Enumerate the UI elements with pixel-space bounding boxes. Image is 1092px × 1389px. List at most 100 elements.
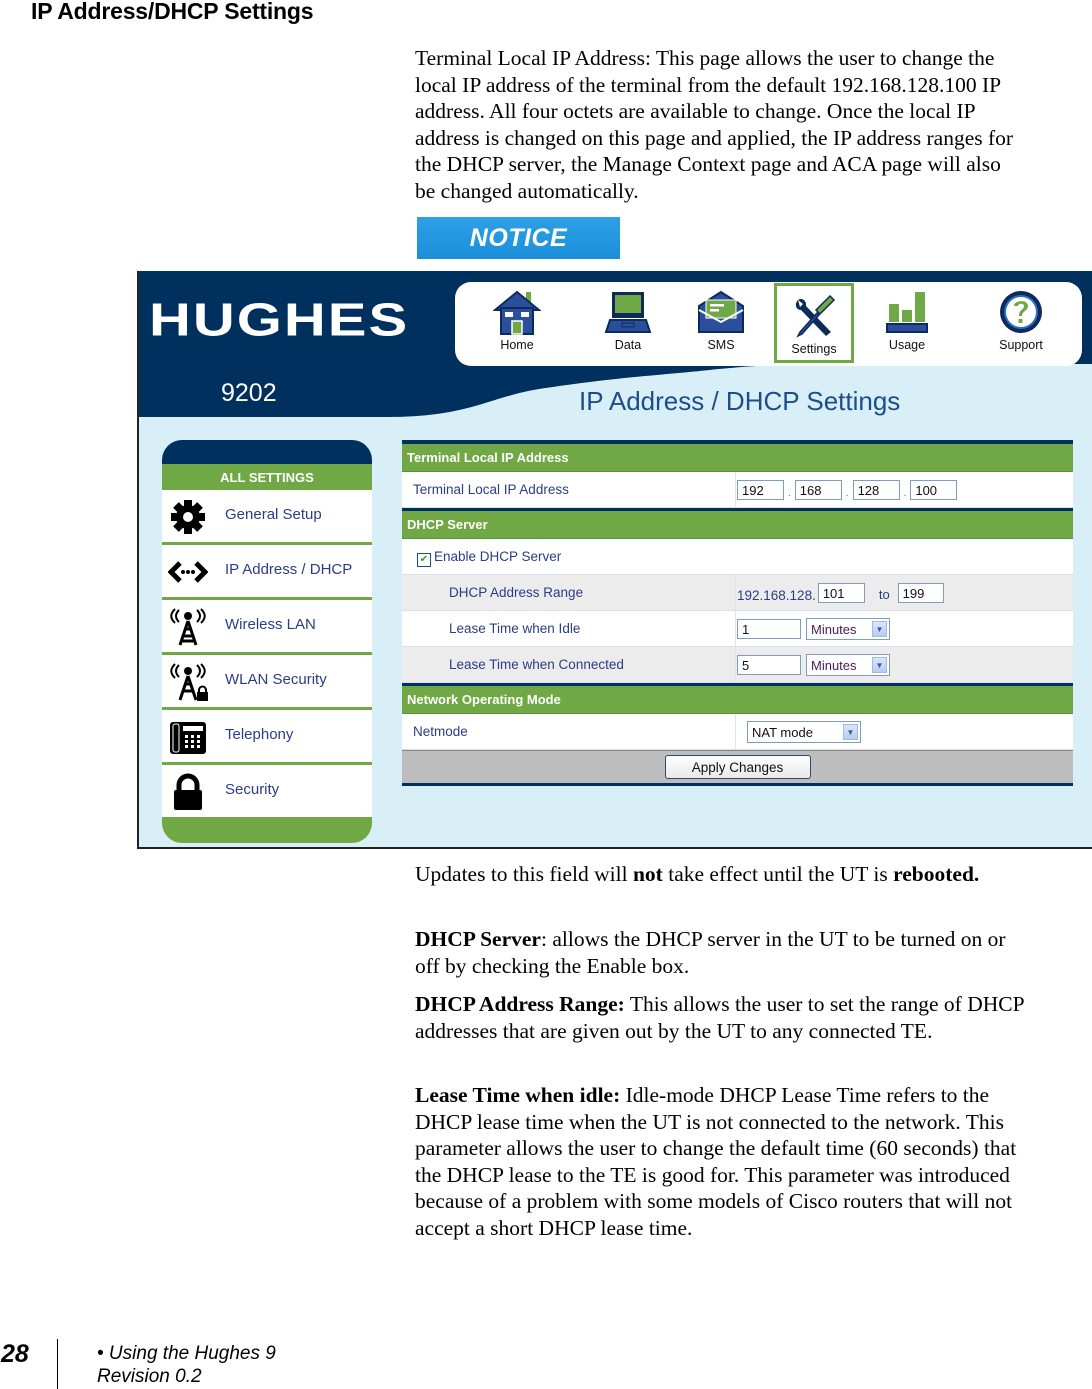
netmode-value: NAT mode xyxy=(752,724,813,740)
wireless-lock-icon xyxy=(170,663,208,701)
nav-settings[interactable]: Settings xyxy=(774,283,854,363)
sidebar-label: Wireless LAN xyxy=(225,616,316,633)
page-number: 28 xyxy=(1,1340,29,1368)
lease-idle-paragraph: Lease Time when idle: Idle-mode DHCP Lea… xyxy=(415,1082,1025,1241)
chevron-down-icon: ▼ xyxy=(872,621,887,637)
column-divider xyxy=(735,575,736,610)
nav-data[interactable]: Data xyxy=(588,282,668,366)
column-divider xyxy=(735,611,736,646)
octet-separator: . xyxy=(845,488,849,499)
range-prefix: 192.168.128. xyxy=(737,587,816,603)
gear-icon xyxy=(171,500,205,534)
netmode-row: Netmode NAT mode ▼ xyxy=(402,714,1073,750)
sidebar-label: WLAN Security xyxy=(225,671,327,688)
sidebar-top-cap xyxy=(162,440,372,464)
phone-icon xyxy=(170,722,206,754)
notice-badge: NOTICE xyxy=(417,217,620,259)
page-heading: IP Address / DHCP Settings xyxy=(579,386,901,416)
nav-support-label: Support xyxy=(999,338,1043,352)
lease-connected-label: Lease Time when Connected xyxy=(449,657,624,672)
reboot-note-text: Updates to this field will xyxy=(415,862,633,886)
laptop-icon xyxy=(604,292,652,333)
nav-data-label: Data xyxy=(614,338,642,352)
chevron-down-icon: ▼ xyxy=(843,724,858,740)
terminal-ip-row: Terminal Local IP Address 192 . 168 . 12… xyxy=(402,472,1073,508)
lease-idle-input[interactable]: 1 xyxy=(737,619,801,639)
lease-idle-unit-value: Minutes xyxy=(811,621,857,637)
octet-1-input[interactable]: 192 xyxy=(737,480,784,500)
footer-text: • Using the Hughes 9 Revision 0.2 xyxy=(97,1342,276,1388)
terminal-ip-label: Terminal Local IP Address xyxy=(413,482,569,497)
octet-2-input[interactable]: 168 xyxy=(794,480,842,500)
dhcp-range-label: DHCP Address Range xyxy=(449,585,584,600)
netmode-values: NAT mode ▼ xyxy=(747,719,861,745)
range-start-input[interactable]: 101 xyxy=(817,583,865,603)
octet-4-input[interactable]: 100 xyxy=(910,480,958,500)
sidebar-label: Telephony xyxy=(225,726,294,743)
envelope-icon xyxy=(698,290,744,333)
nav-usage[interactable]: Usage xyxy=(867,282,947,366)
dhcp-range-paragraph: DHCP Address Range: This allows the user… xyxy=(415,991,1025,1044)
enable-dhcp-control[interactable]: ✔ Enable DHCP Server xyxy=(417,549,561,567)
enable-dhcp-label: Enable DHCP Server xyxy=(434,549,562,564)
lease-idle-unit-select[interactable]: Minutes ▼ xyxy=(806,618,890,640)
nav-home-label: Home xyxy=(500,338,534,352)
tools-icon xyxy=(795,294,836,338)
apply-bar: Apply Changes xyxy=(402,750,1073,783)
bar-chart-icon xyxy=(886,292,928,333)
lease-connected-unit-value: Minutes xyxy=(811,657,857,673)
lease-connected-row: Lease Time when Connected 5 Minutes ▼ xyxy=(402,647,1073,683)
octet-separator: . xyxy=(903,488,907,499)
sidebar-item-security[interactable]: Security xyxy=(162,765,372,820)
nav-usage-label: Usage xyxy=(888,338,926,352)
nav-settings-label: Settings xyxy=(791,342,837,356)
sidebar-label: IP Address / DHCP xyxy=(225,561,353,578)
ip-octets: 192 . 168 . 128 . 100 xyxy=(737,477,958,503)
column-divider xyxy=(735,714,736,749)
column-divider xyxy=(735,647,736,682)
nav-support[interactable]: Support xyxy=(981,282,1061,366)
nav-sms-label: SMS xyxy=(707,338,735,352)
wireless-tower-icon xyxy=(170,608,206,646)
range-to-label: to xyxy=(878,587,890,602)
reboot-note-paragraph: Updates to this field will not take effe… xyxy=(415,861,1025,888)
dhcp-server-paragraph: DHCP Server: allows the DHCP server in t… xyxy=(415,926,1025,979)
top-nav: Home Data SMS Settings Usage Support xyxy=(455,282,1082,366)
dhcp-section-header: DHCP Server xyxy=(402,511,1073,539)
reboot-note-emphasis: not xyxy=(632,862,663,886)
sidebar-item-general-setup[interactable]: General Setup xyxy=(162,490,372,545)
column-divider xyxy=(735,472,736,507)
sidebar-label: Security xyxy=(225,781,280,798)
intro-paragraph: Terminal Local IP Address: This page all… xyxy=(415,46,1014,203)
lease-connected-unit-select[interactable]: Minutes ▼ xyxy=(806,654,890,676)
enable-dhcp-row: ✔ Enable DHCP Server xyxy=(402,539,1073,575)
lease-connected-values: 5 Minutes ▼ xyxy=(737,652,890,678)
help-icon xyxy=(1000,291,1042,333)
netmode-select[interactable]: NAT mode ▼ xyxy=(747,721,861,743)
footer-chapter: • Using the Hughes 9 xyxy=(97,1343,276,1364)
model-number: 9202 xyxy=(221,379,277,407)
sidebar-item-wireless-lan[interactable]: Wireless LAN xyxy=(162,600,372,655)
lease-idle-label: Lease Time when Idle xyxy=(449,621,581,636)
network-section-header: Network Operating Mode xyxy=(402,686,1073,714)
range-end-input[interactable]: 199 xyxy=(897,583,944,603)
nav-sms[interactable]: SMS xyxy=(681,282,761,366)
octet-3-input[interactable]: 128 xyxy=(852,480,900,500)
dhcp-range-values: 192.168.128. 101 to 199 xyxy=(737,580,944,606)
lease-idle-row: Lease Time when Idle 1 Minutes ▼ xyxy=(402,611,1073,647)
sidebar-item-wlan-security[interactable]: WLAN Security xyxy=(162,655,372,710)
sidebar-bottom-cap xyxy=(162,820,372,843)
footer-divider xyxy=(57,1339,58,1389)
lease-idle-term: Lease Time when idle: xyxy=(415,1083,621,1107)
dhcp-range-row: DHCP Address Range 192.168.128. 101 to 1… xyxy=(402,575,1073,611)
enable-dhcp-checkbox[interactable]: ✔ xyxy=(417,553,431,567)
nav-home[interactable]: Home xyxy=(477,282,557,366)
lock-icon xyxy=(174,773,202,810)
lease-connected-input[interactable]: 5 xyxy=(737,655,801,675)
apply-changes-button[interactable]: Apply Changes xyxy=(664,755,811,779)
sidebar-item-telephony[interactable]: Telephony xyxy=(162,710,372,765)
settings-panel: Terminal Local IP Address Terminal Local… xyxy=(402,440,1073,786)
router-ui-screenshot: HUGHES 9202 Home Data SMS Settings Usage… xyxy=(137,271,1092,849)
sidebar-item-ip-dhcp[interactable]: IP Address / DHCP xyxy=(162,545,372,600)
network-arrows-icon xyxy=(168,561,208,583)
